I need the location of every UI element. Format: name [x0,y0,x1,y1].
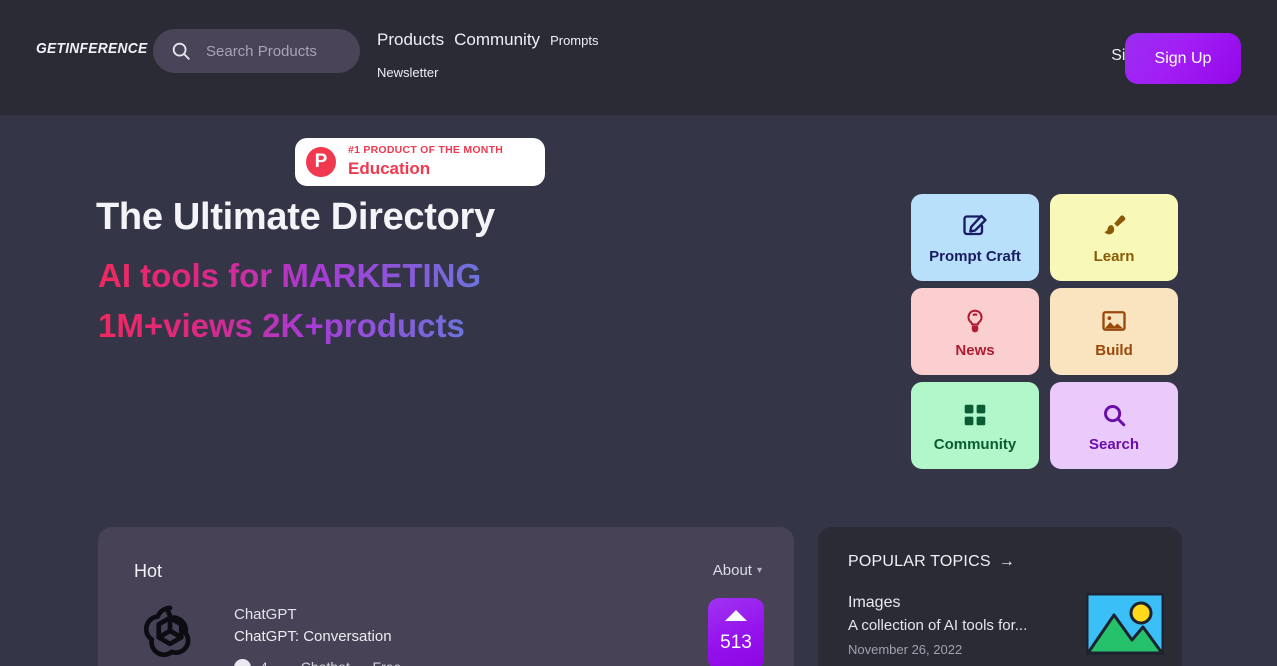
product-price: Free [373,659,402,666]
image-icon [1100,304,1128,338]
topic-list-item[interactable]: Images A collection of AI tools for... N… [848,591,1027,657]
hot-products-card: Hot About ▾ ChatGPT ChatGPT: Conversatio… [98,527,794,666]
hero-subline-2: 1M+views 2K+products [98,307,465,344]
tile-label: Prompt Craft [929,248,1021,265]
topic-name: Images [848,594,901,611]
magnifier-icon [1101,398,1128,432]
comment-icon: ▬ [234,658,251,666]
product-meta: ▬ 4 Chatbot · Free [234,658,402,666]
popular-topics-link[interactable]: POPULAR TOPICS → [848,553,1015,571]
tile-label: Learn [1093,248,1135,265]
search-icon [170,40,192,62]
site-logo[interactable]: GETINFERENCE [36,40,147,57]
tile-label: News [955,342,995,359]
product-list-item[interactable]: ChatGPT ChatGPT: Conversation ▬ 4 Chatbo… [134,599,401,666]
hero-heading: The Ultimate Directory [96,196,495,238]
category-tile-grid: Prompt Craft Learn News Build Community … [911,194,1178,469]
upvote-button[interactable]: 513 [708,598,764,666]
tile-label: Build [1095,342,1133,359]
hot-card-title: Hot [134,561,163,581]
lightbulb-icon [962,304,988,338]
paintbrush-icon [1100,210,1128,244]
tile-learn[interactable]: Learn [1050,194,1178,281]
tile-label: Community [933,436,1017,453]
tile-community[interactable]: Community [911,382,1039,469]
primary-nav: Products Community Prompts Newsletter [377,30,612,82]
site-header: GETINFERENCE Products Community Prompts … [0,0,1277,115]
search-box[interactable] [153,29,360,73]
topic-date: November 26, 2022 [848,641,963,657]
about-dropdown[interactable]: About ▾ [713,562,762,579]
chevron-down-icon: ▾ [756,565,762,576]
product-of-the-month-badge[interactable]: P #1 PRODUCT OF THE MONTH Education [295,138,545,186]
nav-link-prompts[interactable]: Prompts [550,33,598,48]
tile-label: Search [1088,436,1140,453]
popular-topics-card: POPULAR TOPICS → Images A collection of … [818,527,1182,666]
badge-kicker: #1 PRODUCT OF THE MONTH [348,144,504,157]
popular-topics-title: POPULAR TOPICS [848,553,991,570]
upvote-triangle-icon [725,610,747,621]
tile-prompt-craft[interactable]: Prompt Craft [911,194,1039,281]
landscape-image-icon [1085,592,1165,656]
topic-description: A collection of AI tools for... [848,617,1028,635]
about-label: About [712,562,752,579]
product-name: ChatGPT [234,606,297,623]
nav-link-products[interactable]: Products [377,30,444,50]
tile-search[interactable]: Search [1050,382,1178,469]
meta-separator: · [359,659,364,666]
sign-up-button[interactable]: Sign Up [1125,33,1241,84]
hero-subline-1: AI tools for MARKETING [98,257,482,294]
producthunt-logo-icon: P [306,147,336,177]
openai-logo-icon [134,599,206,666]
tile-build[interactable]: Build [1050,288,1178,375]
product-category[interactable]: Chatbot [301,659,350,666]
comment-count: 4 [260,659,268,666]
pencil-square-icon [961,210,989,244]
nav-link-newsletter[interactable]: Newsletter [377,65,438,80]
grid-squares-icon [962,398,988,432]
upvote-count: 513 [720,632,752,653]
tile-news[interactable]: News [911,288,1039,375]
product-description: ChatGPT: Conversation [234,627,392,645]
nav-link-community[interactable]: Community [454,30,540,50]
arrow-right-icon: → [998,553,1015,570]
search-input[interactable] [206,42,336,60]
badge-title: Education [348,158,431,178]
